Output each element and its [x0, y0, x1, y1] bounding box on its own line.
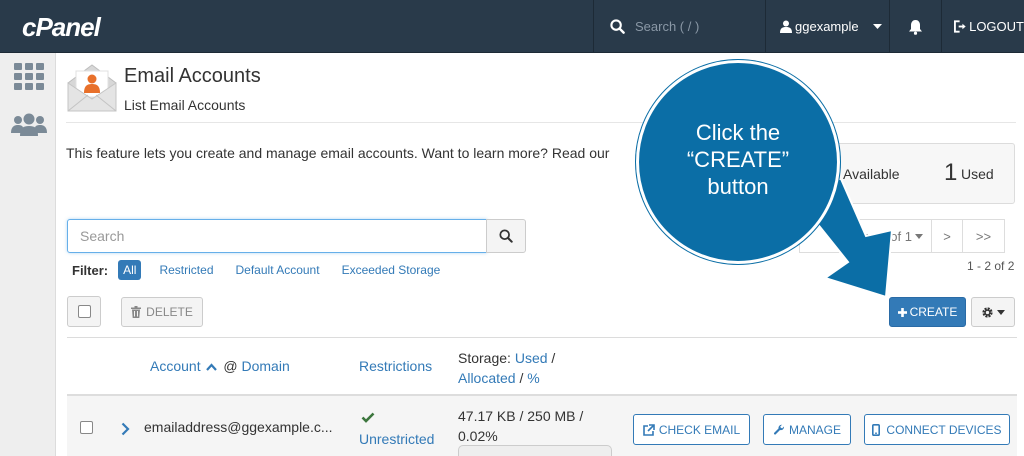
- check-icon: [361, 412, 375, 423]
- notifications-button[interactable]: [889, 0, 941, 53]
- search-button[interactable]: [486, 219, 526, 253]
- sort-asc-icon: [206, 363, 218, 371]
- percent-sort-link[interactable]: %: [527, 370, 539, 386]
- sidebar: [0, 53, 56, 456]
- callout-line-2: “CREATE”: [686, 147, 790, 172]
- bell-icon: [909, 19, 922, 35]
- settings-dropdown-button[interactable]: [971, 297, 1015, 327]
- storage-column-header: Storage: Used / Allocated / %: [458, 348, 555, 388]
- storage-label: Storage:: [458, 350, 511, 366]
- manage-button[interactable]: MANAGE: [763, 414, 851, 445]
- restrictions-column-header[interactable]: Restrictions: [359, 358, 432, 374]
- connect-devices-button[interactable]: CONNECT DEVICES: [864, 414, 1010, 445]
- mobile-device-icon: [872, 423, 881, 436]
- storage-slash-1: /: [551, 350, 556, 366]
- checkbox-box: [80, 421, 93, 434]
- top-bar: cPanel Search ( / ) ggexample LOGOUT: [0, 0, 1024, 53]
- filter-exceeded-storage[interactable]: Exceeded Storage: [342, 263, 441, 277]
- gear-icon: [982, 306, 993, 318]
- page-title: Email Accounts: [124, 65, 261, 87]
- account-address: emailaddress@ggexample.c...: [144, 419, 333, 435]
- chevron-right-icon[interactable]: [121, 422, 130, 436]
- logout-label: LOGOUT: [969, 19, 1024, 34]
- account-column-header[interactable]: Account @ Domain: [150, 358, 290, 374]
- users-icon[interactable]: [11, 113, 47, 137]
- user-icon: [780, 20, 792, 33]
- used-sort-link[interactable]: Used: [515, 350, 548, 366]
- search-input[interactable]: [67, 219, 487, 253]
- restrictions-sort-link[interactable]: Restrictions: [359, 358, 432, 374]
- cpanel-logo[interactable]: cPanel: [22, 12, 101, 43]
- filter-all[interactable]: All: [118, 260, 142, 280]
- caret-down-icon: [872, 23, 882, 29]
- check-email-button[interactable]: CHECK EMAIL: [633, 414, 750, 445]
- checkbox-box: [77, 305, 91, 318]
- storage-usage-line-2: 0.02%: [458, 428, 498, 444]
- domain-sort-link[interactable]: Domain: [241, 358, 289, 374]
- allocated-sort-link[interactable]: Allocated: [458, 370, 516, 386]
- header-divider: [66, 122, 1016, 123]
- email-envelope-icon: [67, 64, 117, 112]
- logout-button[interactable]: LOGOUT: [941, 0, 1024, 53]
- storage-progress-bar: [458, 445, 612, 456]
- check-email-label: CHECK EMAIL: [658, 422, 741, 437]
- callout-text: Click the “CREATE” button: [636, 119, 840, 200]
- page-subtitle: List Email Accounts: [124, 97, 246, 113]
- search-icon: [610, 19, 625, 34]
- trash-icon: [131, 306, 142, 318]
- filter-default-account[interactable]: Default Account: [236, 263, 320, 277]
- storage-usage: 47.17 KB / 250 MB / 0.02%: [458, 406, 583, 446]
- storage-usage-line-1: 47.17 KB / 250 MB /: [458, 408, 584, 424]
- table-top-border: [67, 337, 1017, 338]
- callout-line-3: button: [707, 174, 769, 199]
- delete-button[interactable]: DELETE: [121, 297, 203, 327]
- grid-icon[interactable]: [14, 63, 44, 91]
- delete-label: DELETE: [146, 305, 193, 319]
- filter-bar: Filter: All Restricted Default Account E…: [72, 260, 462, 280]
- select-all-checkbox[interactable]: [67, 296, 101, 327]
- filter-label: Filter:: [72, 262, 109, 278]
- results-count: 1 - 2 of 2: [967, 259, 1015, 273]
- top-search[interactable]: Search ( / ): [593, 0, 765, 53]
- wrench-icon: [773, 424, 785, 435]
- connect-devices-label: CONNECT DEVICES: [886, 422, 1002, 437]
- restriction-status[interactable]: Unrestricted: [359, 431, 434, 447]
- search-icon: [499, 229, 513, 243]
- caret-down-icon: [997, 309, 1005, 315]
- top-search-placeholder[interactable]: Search ( / ): [635, 19, 699, 34]
- manage-label: MANAGE: [788, 422, 841, 437]
- row-checkbox[interactable]: [80, 421, 93, 434]
- filter-restricted[interactable]: Restricted: [159, 263, 213, 277]
- feature-description: This feature lets you create and manage …: [66, 145, 610, 161]
- at-sign: @: [223, 358, 238, 374]
- username: ggexample: [795, 19, 859, 34]
- external-link-icon: [643, 423, 655, 436]
- user-menu[interactable]: ggexample: [765, 0, 889, 53]
- account-sort-link[interactable]: Account: [150, 358, 201, 374]
- storage-slash-2: /: [519, 370, 524, 386]
- callout-line-1: Click the: [695, 120, 781, 145]
- logout-icon: [954, 20, 966, 33]
